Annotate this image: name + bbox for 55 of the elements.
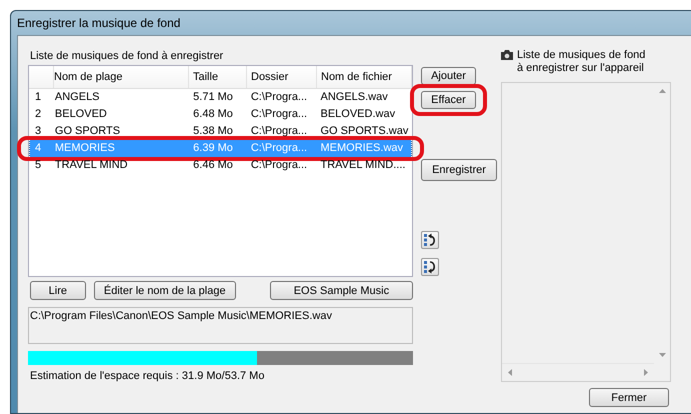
register-button[interactable]: Enregistrer [421,159,497,181]
camera-list-label: Liste de musiques de fond [517,49,646,62]
table-cell-text: GO SPORTS [54,124,122,139]
scroll-down-icon[interactable] [658,353,666,357]
move-up-button[interactable] [421,231,439,249]
add-button[interactable]: Ajouter [421,67,476,85]
table-cell-text: ANGELS [54,90,101,105]
scroll-left-icon[interactable] [508,369,512,376]
table-cell-text: 6.48 Mo [192,107,234,122]
table-cell-text: C:\Progra... [250,141,308,156]
column-header[interactable]: Taille [189,66,247,88]
table-cell-text: MEMORIES.wav [320,141,404,156]
move-up-icon [423,233,437,247]
table-cell-text: 1 [34,90,42,105]
table-cell-text: GO SPORTS.wav [320,124,410,139]
list-label: Liste de musiques de fond à enregistrer [30,49,224,63]
move-down-icon [423,260,437,274]
move-down-button[interactable] [421,258,439,276]
table-cell-text: 3 [34,124,42,139]
table-cell-text: C:\Progra... [250,124,308,139]
table-cell-text: 5.38 Mo [192,124,234,139]
scroll-up-icon[interactable] [658,89,666,93]
track-row[interactable]: 2 BELOVED 6.48 Mo C:\Progra... BELOVED.wav [30,106,411,123]
table-cell-text: 4 [34,141,42,156]
table-cell-text: TRAVEL MIND [54,158,129,173]
edit-name-button[interactable]: Éditer le nom de la plage [94,281,236,300]
delete-button[interactable]: Effacer [421,91,476,109]
sample-music-button[interactable]: EOS Sample Music [270,281,413,300]
track-row[interactable]: 5 TRAVEL MIND 6.46 Mo C:\Progra... TRAVEL MIND.... [30,157,411,174]
play-button[interactable]: Lire [30,281,86,300]
column-header[interactable]: Dossier [247,66,317,88]
column-header[interactable]: Nom de fichier [317,66,412,88]
scroll-right-icon[interactable] [644,369,648,376]
table-cell-text: BELOVED [54,107,108,122]
table-cell-text: 2 [34,107,42,122]
table-cell-text: 6.46 Mo [192,158,234,173]
column-header[interactable]: Nom de plage [54,66,189,88]
table-cell-text: 5.71 Mo [192,90,234,105]
table-cell-text: C:\Progra... [250,90,308,105]
track-row[interactable]: 3 GO SPORTS 5.38 Mo C:\Progra... GO SPORTS.wav [30,123,411,140]
close-button[interactable]: Fermer [589,388,669,407]
table-cell-text: C:\Progra... [250,158,308,173]
table-cell-text: MEMORIES [54,141,116,156]
table-cell-text: TRAVEL MIND.... [320,158,406,173]
camera-icon [501,50,513,60]
space-estimate: Estimation de l'espace requis : 31.9 Mo/53.7 Mo [30,370,266,382]
table-cell-text: 5 [34,158,42,173]
table-cell-text: BELOVED.wav [320,107,396,122]
camera-list-label: à enregistrer sur l'appareil [517,62,645,75]
window-title: Enregistrer la musique de fond [17,16,180,30]
table-cell-text: 6.39 Mo [192,141,234,156]
table-cell-text: C:\Progra... [250,107,308,122]
track-row[interactable]: 1 ANGELS 5.71 Mo C:\Progra... ANGELS.wav [30,89,411,106]
path-field: C:\Program Files\Canon\EOS Sample Music\MEMORIES.wav [28,307,413,344]
table-cell-text: ANGELS.wav [320,90,389,105]
